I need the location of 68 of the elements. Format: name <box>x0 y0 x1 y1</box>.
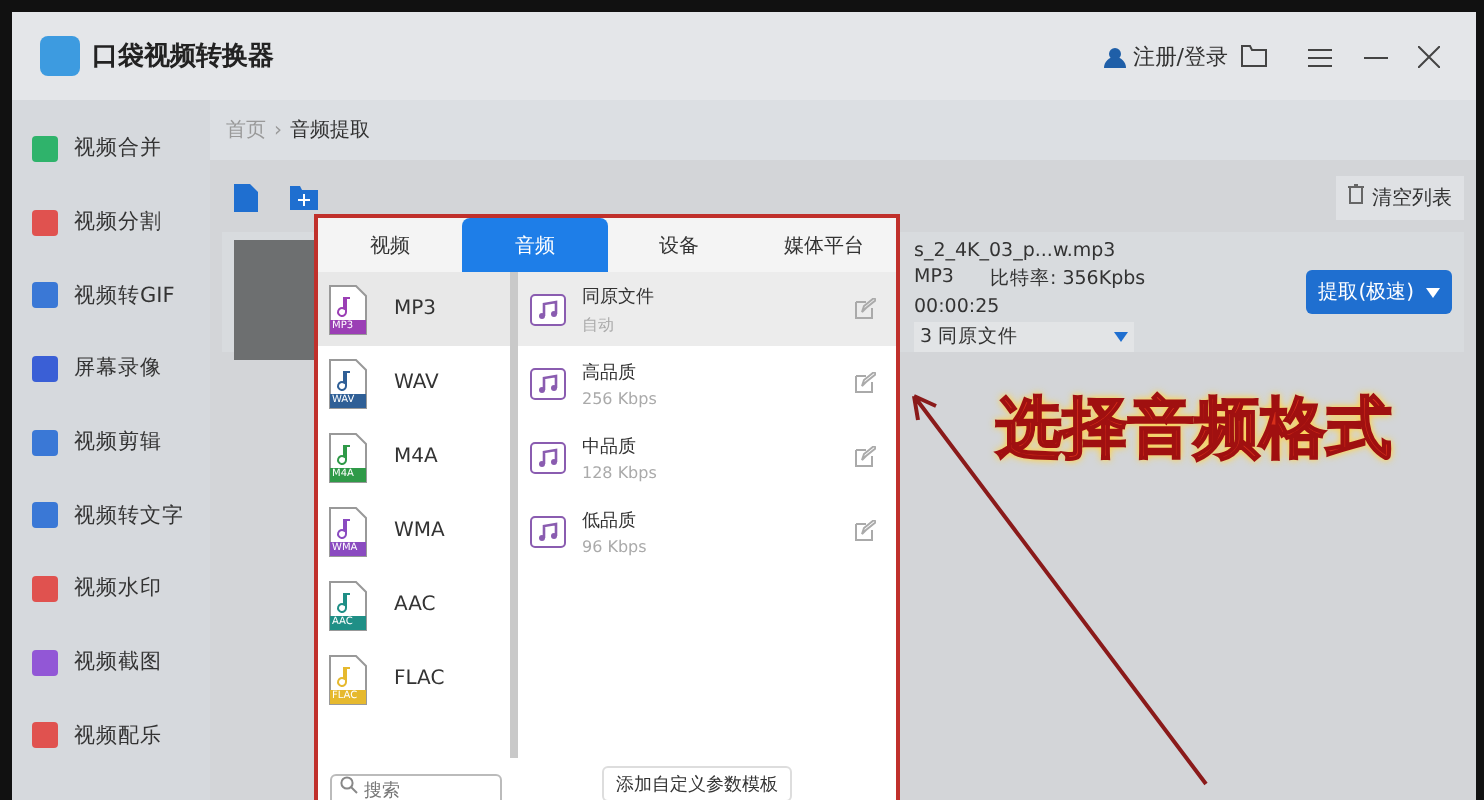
breadcrumb-separator: › <box>274 119 282 141</box>
trash-icon <box>1348 184 1364 204</box>
login-text[interactable]: 注册/登录 <box>1132 41 1228 71</box>
annotation-text: 选择音频格式 <box>996 386 1392 470</box>
quality-name: 低品质 <box>582 509 638 533</box>
sidebar-label: 视频转GIF <box>74 281 175 310</box>
breadcrumb-current: 音频提取 <box>290 117 370 144</box>
format-label: WMA <box>394 520 445 542</box>
preset-dropdown[interactable]: 3 同原文件 <box>914 322 1134 352</box>
quality-name: 同原文件 <box>582 285 654 309</box>
sidebar-label: 视频分割 <box>74 208 162 237</box>
sidebar-label: 视频配乐 <box>74 721 162 750</box>
format-label: MP3 <box>394 298 437 320</box>
format-label: WAV <box>394 372 439 394</box>
file-bitrate: 比特率: 356Kpbs <box>989 266 1146 292</box>
app-title: 口袋视频转换器 <box>92 40 274 74</box>
quality-item[interactable]: 同原文件 自动 <box>518 272 896 346</box>
search-icon <box>340 776 358 794</box>
sidebar-item[interactable]: 视频转文字 <box>12 478 210 553</box>
quality-bitrate: 自动 <box>582 313 616 335</box>
format-label: AAC <box>394 594 436 616</box>
user-icon <box>1104 45 1127 67</box>
dropdown-caret-icon <box>1114 332 1128 342</box>
quality-name: 中品质 <box>582 435 638 459</box>
login-link[interactable]: 注册/登录 <box>1104 41 1228 71</box>
extract-button[interactable]: 提取(极速) <box>1306 270 1452 314</box>
sidebar-item[interactable]: 屏幕录像 <box>12 332 210 406</box>
sidebar-label: 视频合并 <box>74 134 162 163</box>
sidebar-label: 视频水印 <box>74 574 162 603</box>
sidebar-item[interactable]: 视频转GIF <box>12 258 210 333</box>
music-note-icon <box>530 293 566 325</box>
clear-list-button[interactable]: 清空列表 <box>1336 176 1464 220</box>
close-icon[interactable] <box>1418 46 1440 68</box>
search-field[interactable]: 搜索 <box>330 774 502 800</box>
sidebar-item[interactable]: 视频水印 <box>12 552 210 626</box>
format-tab[interactable]: 音频 <box>462 218 607 272</box>
sidebar-item[interactable]: 视频分割 <box>12 185 210 259</box>
sidebar-item[interactable]: 视频截图 <box>12 625 210 699</box>
file-name: s_2_4K_03_p...w.mp3 <box>914 240 1118 262</box>
caret-icon <box>1426 287 1440 297</box>
music-note-icon <box>530 441 566 473</box>
quality-bitrate: 256 Kbps <box>582 389 657 407</box>
quality-bitrate: 96 Kbps <box>582 537 647 555</box>
file-format: MP3 <box>914 266 954 292</box>
quality-name: 高品质 <box>582 361 638 385</box>
add-template-button[interactable]: 添加自定义参数模板 <box>602 766 792 800</box>
add-folder-icon[interactable] <box>290 186 318 210</box>
sidebar-item[interactable]: 视频配乐 <box>12 699 210 773</box>
folder-icon[interactable] <box>1240 44 1268 68</box>
add-file-icon[interactable] <box>234 184 258 212</box>
format-label: FLAC <box>394 668 445 690</box>
menu-icon[interactable] <box>1308 48 1332 68</box>
sidebar-item[interactable]: 视频合并 <box>12 112 210 186</box>
sidebar-label: 视频转文字 <box>74 501 184 530</box>
music-note-icon <box>530 515 566 547</box>
sidebar-item[interactable]: 视频剪辑 <box>12 405 210 479</box>
quality-bitrate: 128 Kbps <box>582 463 657 481</box>
minimize-icon[interactable] <box>1364 56 1388 60</box>
sidebar-label: 视频剪辑 <box>74 428 162 457</box>
app-logo <box>40 36 80 76</box>
format-tab[interactable]: 视频 <box>318 218 463 272</box>
format-label: M4A <box>394 446 438 468</box>
sidebar-label: 视频截图 <box>74 648 162 677</box>
music-note-icon <box>530 367 566 399</box>
format-tab[interactable]: 媒体平台 <box>751 218 896 272</box>
file-duration: 00:00:25 <box>914 296 1002 318</box>
format-tab[interactable]: 设备 <box>607 218 752 272</box>
sidebar-label: 屏幕录像 <box>74 354 162 383</box>
